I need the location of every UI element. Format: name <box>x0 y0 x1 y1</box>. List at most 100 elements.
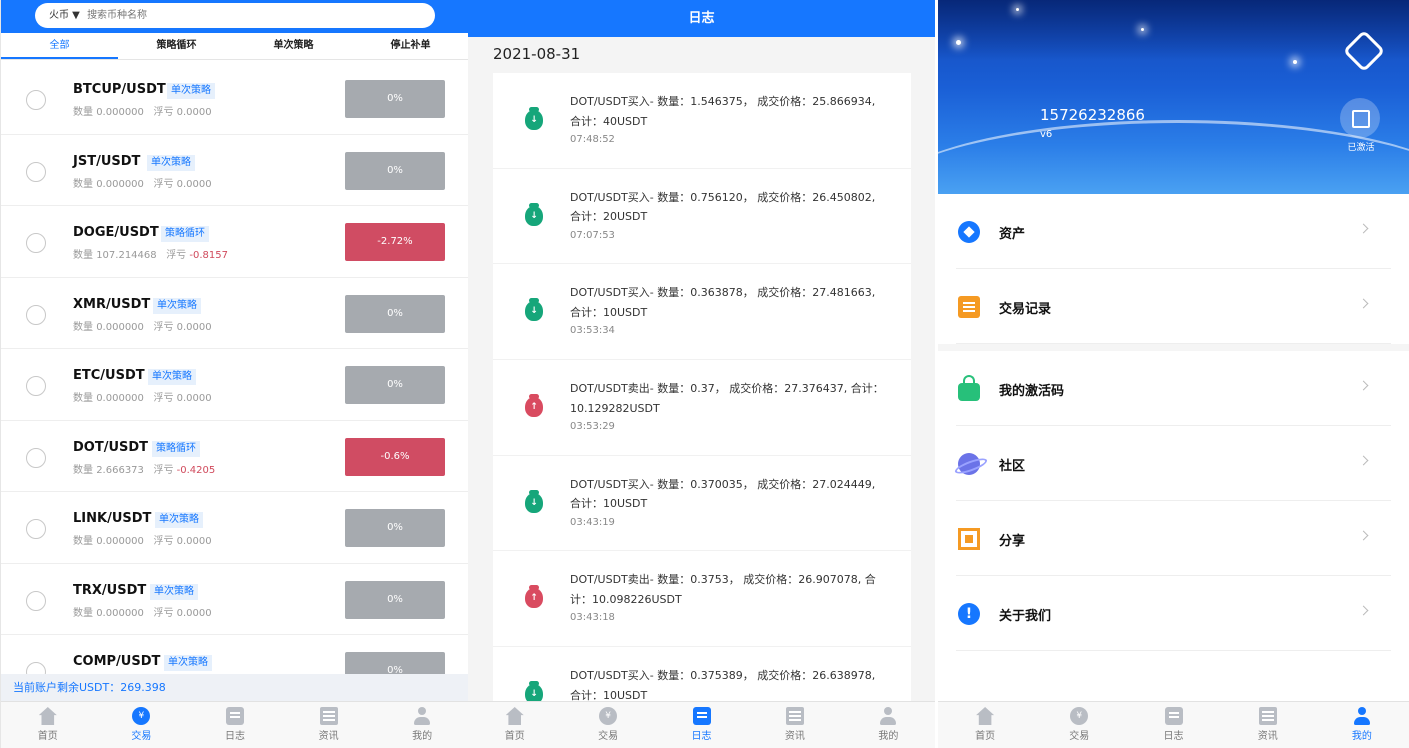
log-time: 03:53:34 <box>570 325 615 337</box>
select-radio[interactable] <box>26 233 46 253</box>
tab-single-strategy[interactable]: 单次策略 <box>235 33 352 59</box>
tab-item[interactable]: 我的 <box>1315 702 1409 748</box>
profit-percent-button[interactable]: 0% <box>345 294 445 333</box>
pnl-value: -0.4205 <box>176 464 216 476</box>
buy-moneybag-icon: ↓ <box>525 202 543 226</box>
quantity-value: 0.000000 <box>96 393 144 404</box>
profit-percent-button[interactable]: 0% <box>345 580 445 619</box>
menu-item[interactable]: 社区 <box>938 426 1409 501</box>
pnl-value: 0.0000 <box>176 607 212 619</box>
select-radio[interactable] <box>26 447 46 468</box>
home-icon <box>38 707 57 725</box>
tab-item[interactable]: 日志 <box>188 702 282 748</box>
tab-item[interactable]: ¥ 交易 <box>561 702 654 748</box>
tab-item[interactable]: 日志 <box>655 702 748 748</box>
filter-tabs: 全部 策略循环 单次策略 停止补单 <box>1 33 468 60</box>
buy-moneybag-icon: ↓ <box>525 298 543 322</box>
log-time: 07:07:53 <box>570 229 615 241</box>
tab-item[interactable]: 首页 <box>938 702 1032 748</box>
tab-item[interactable]: 我的 <box>375 702 468 748</box>
quantity-label: 数量 <box>73 607 93 619</box>
pnl-label: 浮亏 <box>153 321 174 333</box>
select-radio[interactable] <box>26 90 46 110</box>
log-text: DOT/USDT买入- 数量：0.756120， 成交价格：26.450802,… <box>570 190 876 224</box>
log-time: 03:43:19 <box>570 516 615 528</box>
quantity-value: 2.666373 <box>96 464 144 476</box>
news-icon <box>319 707 338 725</box>
lock-icon <box>958 375 980 401</box>
log-text: DOT/USDT买入- 数量：0.363878， 成交价格：27.481663,… <box>570 286 876 319</box>
coin-row[interactable]: JST/USDT 单次策略 数量 0.000000 浮亏 0.0000 0% <box>1 135 468 206</box>
tab-item[interactable]: 我的 <box>842 702 935 748</box>
bottom-tabbar: 首页 ¥ 交易 日志 资讯 我的 <box>1 701 468 748</box>
quantity-value: 0.000000 <box>96 321 144 333</box>
menu-item[interactable]: 交易记录 <box>938 269 1409 344</box>
coin-row[interactable]: DOGE/USDT 策略循环 数量 107.214468 浮亏 -0.8157 -2.… <box>1 206 468 278</box>
tab-item[interactable]: ¥ 交易 <box>1032 702 1126 748</box>
pnl-label: 浮亏 <box>153 393 174 404</box>
chevron-right-icon <box>1358 455 1369 466</box>
select-radio[interactable] <box>26 519 46 539</box>
profit-percent-button[interactable]: 0% <box>345 366 445 404</box>
pnl-label: 浮亏 <box>166 250 187 261</box>
exchange-select[interactable]: 火币 ▼ <box>49 10 80 21</box>
coin-stats: 数量 0.000000 浮亏 0.0000 <box>73 604 212 619</box>
tab-item[interactable]: 资讯 <box>748 702 841 748</box>
menu-item[interactable]: 资产 <box>938 194 1409 269</box>
tab-label: 日志 <box>691 731 712 742</box>
chevron-right-icon <box>1358 530 1369 541</box>
profile-screen: 15726232866 v6 已激活 资产 交易记录 我的激活码 社区 分享! 关于我们… <box>938 0 1409 748</box>
tab-label: 交易 <box>131 731 152 742</box>
tab-item[interactable]: 首页 <box>468 702 561 748</box>
pnl-value: 0.0000 <box>176 178 212 190</box>
menu-item[interactable]: ! 关于我们 <box>938 576 1409 651</box>
tab-label: 日志 <box>1163 731 1184 742</box>
menu-item[interactable]: 我的激活码 <box>938 351 1409 426</box>
coin-row[interactable]: DOT/USDT 策略循环 数量 2.666373 浮亏 -0.4205 -0.6% <box>1 421 468 492</box>
menu-item[interactable]: 分享 <box>938 501 1409 576</box>
coin-symbol: DOGE/USDT <box>73 225 159 240</box>
tab-label: 日志 <box>224 731 245 742</box>
tab-item[interactable]: 资讯 <box>282 702 376 748</box>
select-radio[interactable] <box>26 376 46 396</box>
coin-row[interactable]: TRX/USDT 单次策略 数量 0.000000 浮亏 0.0000 0% <box>1 564 468 635</box>
tab-stop-refill[interactable]: 停止补单 <box>352 33 468 59</box>
coin-row[interactable]: LINK/USDT 单次策略 数量 0.000000 浮亏 0.0000 0% <box>1 492 468 564</box>
trade-icon: ¥ <box>1070 707 1089 725</box>
activated-icon[interactable] <box>1340 98 1380 138</box>
tab-all[interactable]: 全部 <box>1 33 118 59</box>
select-radio[interactable] <box>26 161 46 182</box>
tab-item[interactable]: ¥ 交易 <box>95 702 189 748</box>
log-entry: ↓ DOT/USDT买入- 数量：0.756120， 成交价格：26.450802… <box>493 169 911 265</box>
bottom-tabbar: 首页 ¥ 交易 日志 资讯 我的 <box>468 701 935 748</box>
menu-item-label: 交易记录 <box>999 302 1052 317</box>
log-entry: ↓ DOT/USDT买入- 数量：0.370035， 成交价格：27.024449… <box>493 456 911 552</box>
tab-item[interactable]: 资讯 <box>1221 702 1315 748</box>
tab-item[interactable]: 首页 <box>1 702 95 748</box>
star-decoration <box>1141 28 1144 31</box>
profit-percent-button[interactable]: -0.6% <box>345 437 445 476</box>
coin-row[interactable]: ETC/USDT 单次策略 数量 0.000000 浮亏 0.0000 0% <box>1 349 468 421</box>
log-icon <box>225 707 244 725</box>
quantity-value: 107.214468 <box>96 250 157 261</box>
profit-percent-button[interactable]: 0% <box>345 509 445 547</box>
tab-strategy-loop[interactable]: 策略循环 <box>118 33 235 59</box>
profit-percent-button[interactable]: -2.72% <box>345 223 445 261</box>
coin-row[interactable]: XMR/USDT 单次策略 数量 0.000000 浮亏 0.0000 0% <box>1 278 468 349</box>
coin-symbol: TRX/USDT <box>73 582 147 598</box>
quantity-label: 数量 <box>73 393 93 404</box>
coin-row[interactable]: BTCUP/USDT 单次策略 数量 0.000000 浮亏 0.0000 0% <box>1 63 468 135</box>
planet-icon <box>958 453 980 475</box>
search-input[interactable]: 火币 ▼ 搜索币种名称 <box>35 3 435 28</box>
record-icon <box>958 296 980 318</box>
tab-label: 首页 <box>975 731 996 742</box>
home-icon <box>505 707 524 725</box>
pnl-value: 0.0000 <box>176 107 212 118</box>
profit-percent-button[interactable]: 0% <box>345 151 445 190</box>
select-radio[interactable] <box>26 590 46 611</box>
profit-percent-button[interactable]: 0% <box>345 80 445 118</box>
log-entry: ↑ DOT/USDT卖出- 数量：0.3753， 成交价格：26.907078, … <box>493 551 911 648</box>
tab-item[interactable]: 日志 <box>1126 702 1220 748</box>
tab-label: 我的 <box>878 731 899 742</box>
select-radio[interactable] <box>26 304 46 325</box>
